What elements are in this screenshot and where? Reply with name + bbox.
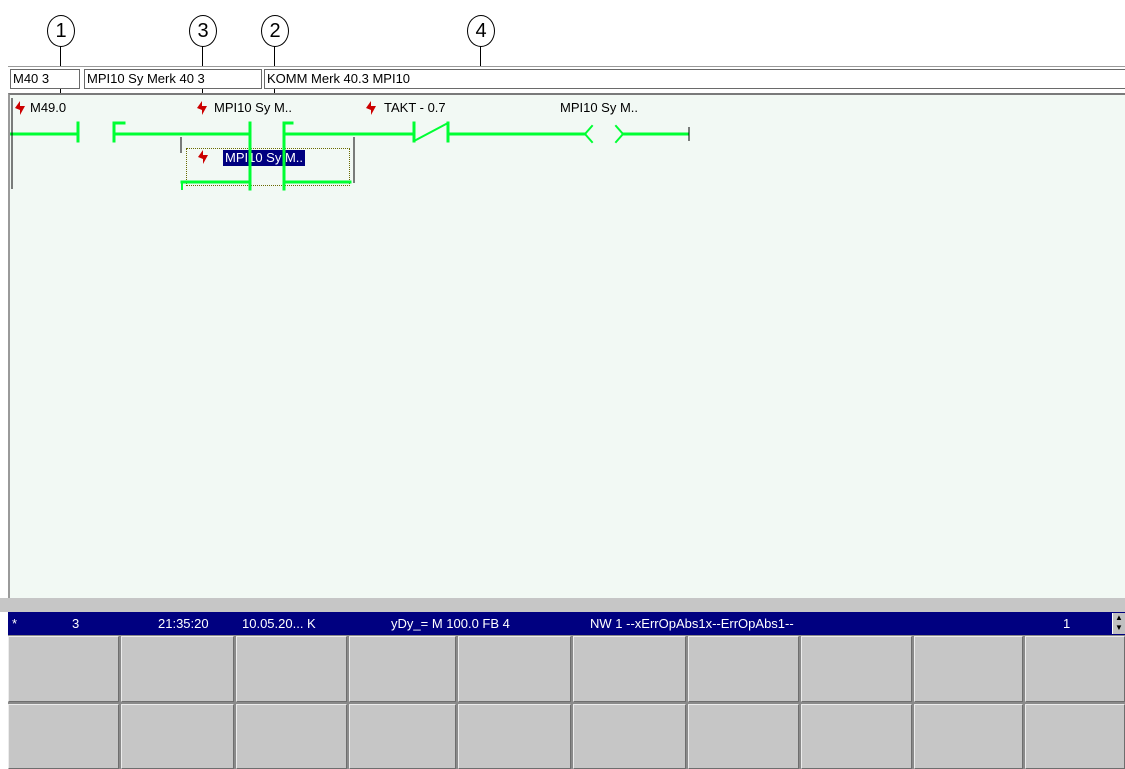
status-page: 1 xyxy=(1063,616,1071,631)
softkey-2-9[interactable] xyxy=(914,704,1023,769)
callout-1: 1 xyxy=(47,15,75,47)
softkey-2-1[interactable] xyxy=(8,704,119,769)
callout-3: 3 xyxy=(189,15,217,47)
callout-2: 2 xyxy=(261,15,289,47)
softkey-1-7[interactable] xyxy=(688,636,799,702)
softkey-1-10[interactable] xyxy=(1025,636,1125,702)
status-condition: yDy_= M 100.0 FB 4 xyxy=(391,616,510,631)
status-time: 21:35:20 xyxy=(158,616,209,631)
softkey-1-9[interactable] xyxy=(914,636,1023,702)
status-network: NW 1 --xErrOpAbs1x--ErrOpAbs1-- xyxy=(590,616,794,631)
softkey-1-8[interactable] xyxy=(801,636,912,702)
status-bar: * 3 21:35:20 10.05.20... K yDy_= M 100.0… xyxy=(8,612,1125,635)
status-date: 10.05.20... K xyxy=(242,616,316,631)
softkey-2-10[interactable] xyxy=(1025,704,1125,769)
operand-field[interactable]: M40 3 xyxy=(10,69,80,89)
softkey-1-1[interactable] xyxy=(8,636,119,702)
function-key-panel xyxy=(8,635,1125,769)
softkey-1-6[interactable] xyxy=(573,636,686,702)
symbol-info-bar: M40 3 MPI10 Sy Merk 40 3 KOMM Merk 40.3 … xyxy=(8,66,1125,89)
softkey-2-7[interactable] xyxy=(688,704,799,769)
softkey-2-3[interactable] xyxy=(236,704,347,769)
softkey-2-6[interactable] xyxy=(573,704,686,769)
softkey-2-8[interactable] xyxy=(801,704,912,769)
softkey-2-4[interactable] xyxy=(349,704,456,769)
softkey-1-2[interactable] xyxy=(121,636,234,702)
comment-field[interactable]: KOMM Merk 40.3 MPI10 xyxy=(264,69,1125,89)
softkey-1-3[interactable] xyxy=(236,636,347,702)
softkey-2-5[interactable] xyxy=(458,704,571,769)
separator-band xyxy=(0,598,1125,612)
softkey-2-2[interactable] xyxy=(121,704,234,769)
status-scroll-button[interactable]: ▲ ▼ xyxy=(1112,613,1125,634)
symbol-field[interactable]: MPI10 Sy Merk 40 3 xyxy=(84,69,262,89)
softkey-1-5[interactable] xyxy=(458,636,571,702)
callout-4: 4 xyxy=(467,15,495,47)
ladder-diagram[interactable]: M49.0 MPI10 Sy M.. TAKT - 0.7 MPI10 Sy M… xyxy=(8,93,1125,598)
status-count: 3 xyxy=(72,616,80,631)
softkey-1-4[interactable] xyxy=(349,636,456,702)
rung-graphics xyxy=(10,98,690,191)
status-marker: * xyxy=(12,616,18,631)
